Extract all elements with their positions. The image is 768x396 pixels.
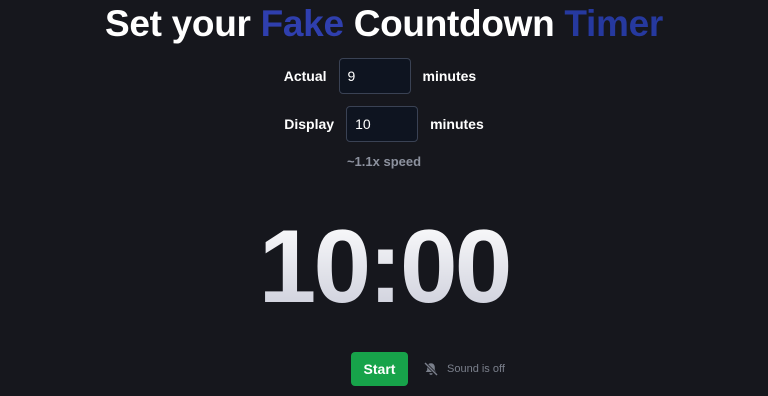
display-label: Display	[284, 116, 335, 132]
countdown-display: 10:00	[0, 212, 768, 322]
actual-label: Actual	[283, 68, 327, 84]
title-part-set-your: Set your	[104, 3, 261, 44]
actual-unit: minutes	[422, 68, 477, 84]
title-part-countdown: Countdown	[343, 3, 565, 44]
sound-toggle[interactable]: Sound is off	[423, 360, 505, 378]
display-unit: minutes	[430, 116, 484, 132]
display-minutes-row: Display minutes	[0, 106, 768, 142]
timer-controls: Start Sound is off	[0, 352, 768, 386]
title-part-timer: Timer	[564, 3, 664, 44]
start-button[interactable]: Start	[351, 352, 408, 386]
actual-minutes-row: Actual minutes	[0, 58, 768, 94]
title-part-fake: Fake	[260, 3, 344, 44]
speed-indicator: ~1.1x speed	[346, 154, 422, 169]
display-minutes-input[interactable]	[346, 106, 419, 142]
bell-off-icon	[423, 361, 439, 377]
actual-minutes-input[interactable]	[338, 58, 411, 94]
sound-status-label: Sound is off	[447, 363, 505, 375]
page-title: Set your Fake Countdown Timer	[0, 2, 768, 46]
